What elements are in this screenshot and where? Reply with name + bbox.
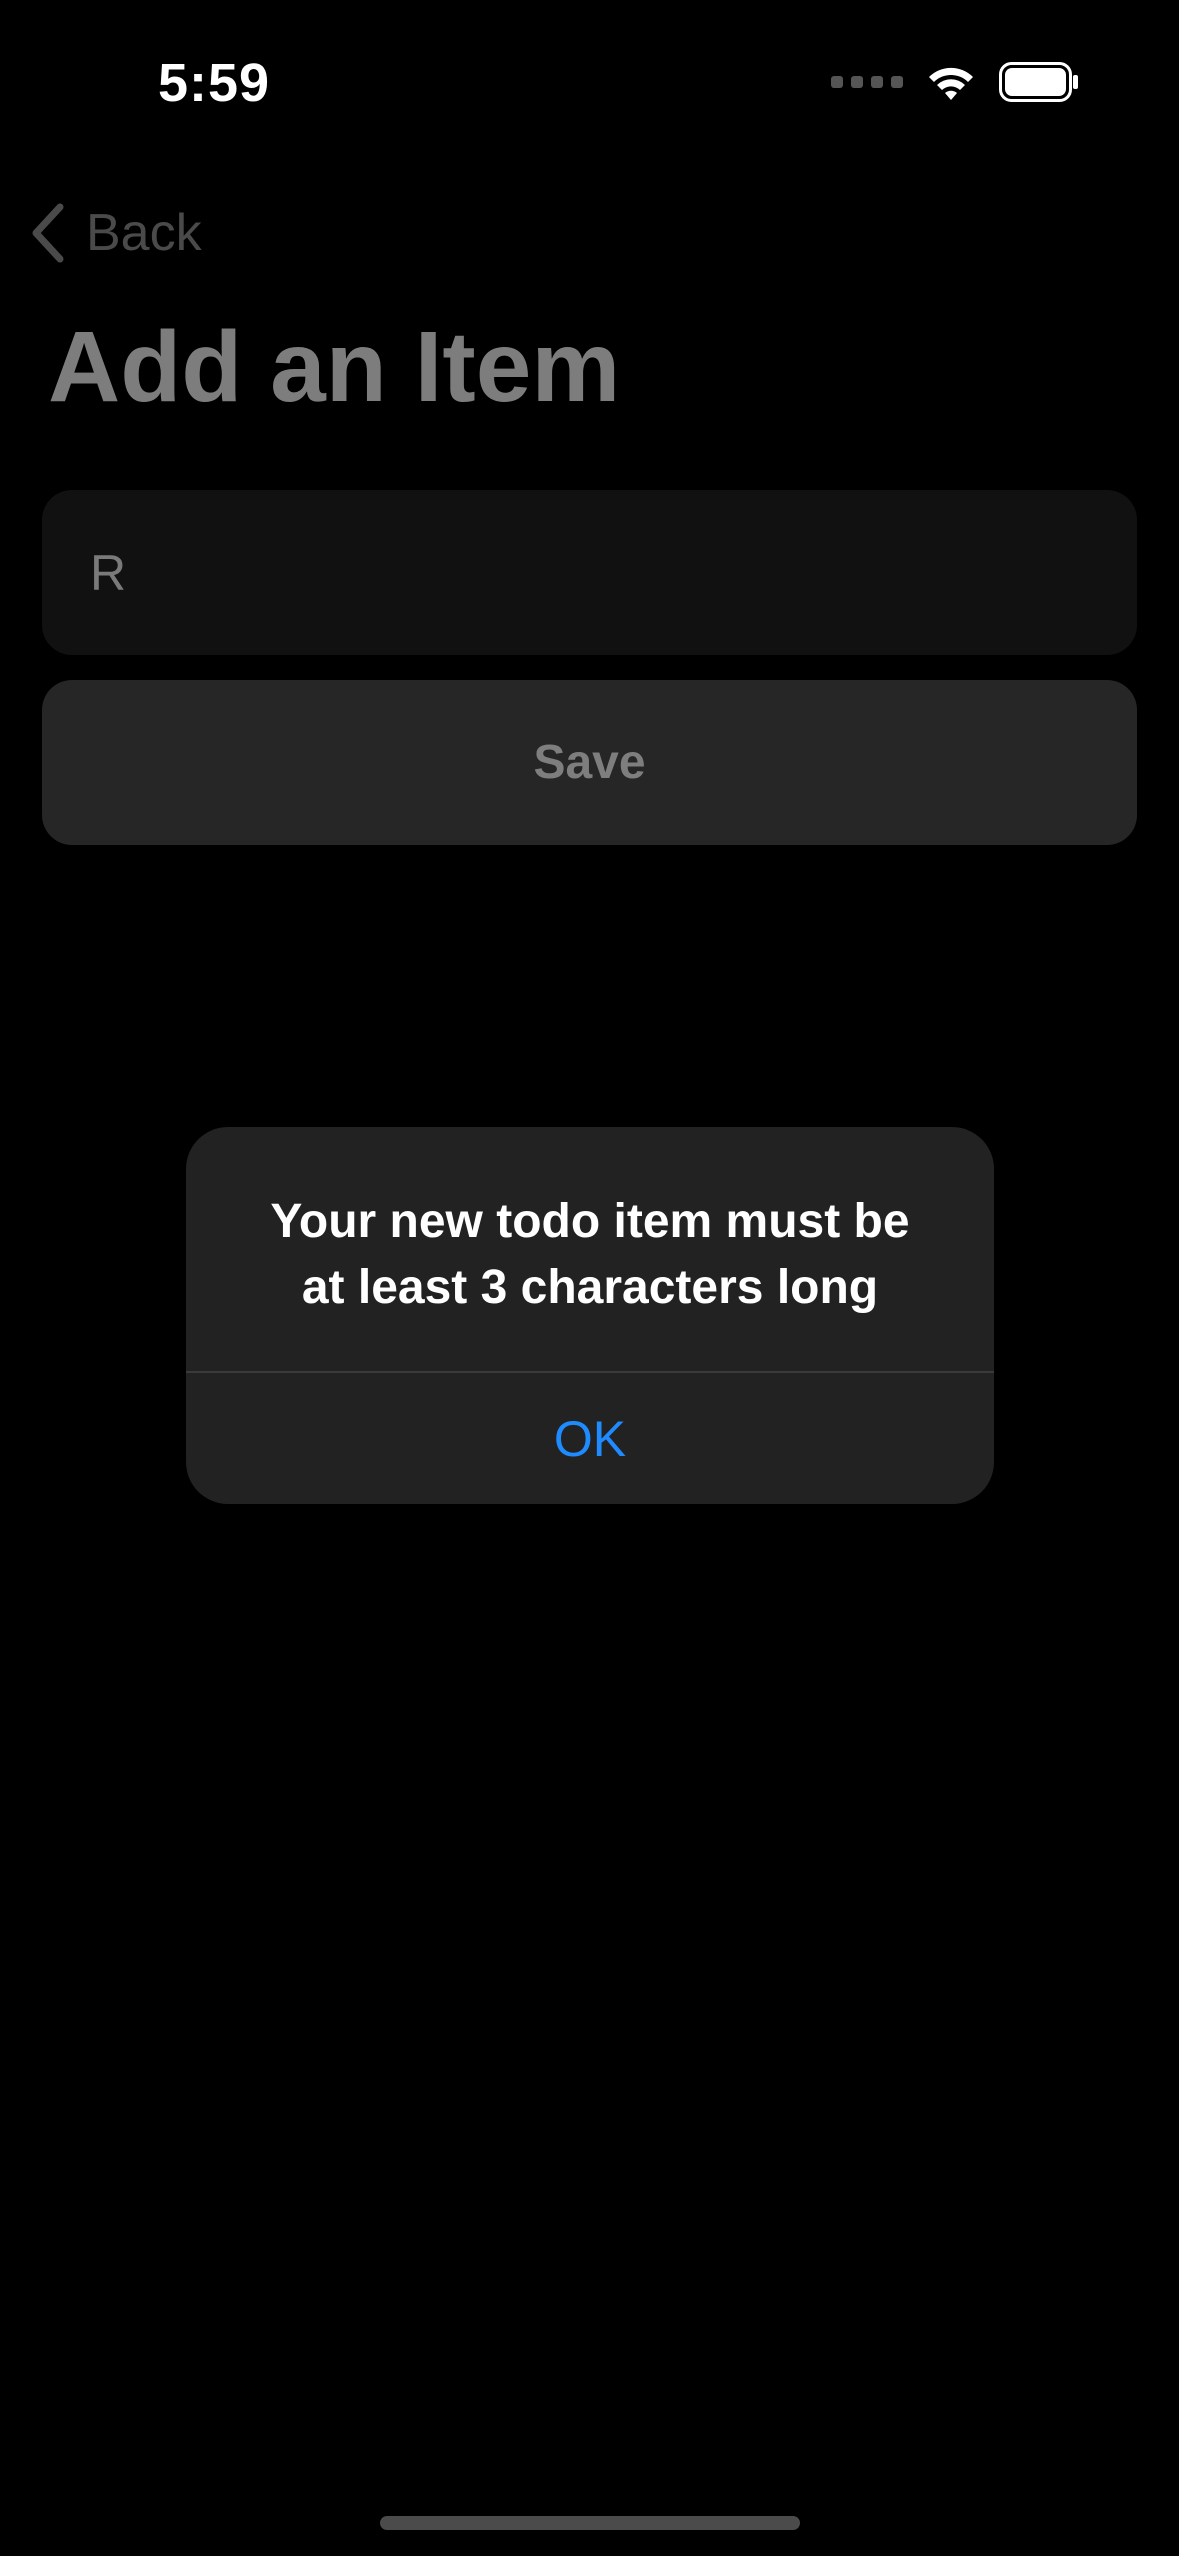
battery-icon [999,62,1078,102]
home-indicator[interactable] [380,2516,800,2530]
todo-text-field[interactable]: R [42,490,1137,655]
back-button[interactable]: Back [28,198,202,268]
status-time: 5:59 [158,53,271,113]
alert-message-line-2: at least 3 characters long [301,1261,879,1314]
todo-text-value: R [90,544,127,601]
alert-ok-label: OK [553,1410,627,1467]
back-label: Back [86,204,202,262]
signal-dots-icon [831,76,903,88]
page-title: Add an Item [48,311,621,423]
alert-message-line-1: Your new todo item must be [270,1195,910,1248]
save-button[interactable]: Save [42,680,1137,845]
chevron-left-icon [32,203,64,263]
alert-message: Your new todo item must be at least 3 ch… [186,1189,994,1321]
status-icons [831,62,1079,102]
validation-alert: Your new todo item must be at least 3 ch… [186,1127,994,1504]
wifi-icon [929,67,973,100]
alert-ok-button[interactable]: OK [186,1373,994,1504]
status-bar: 5:59 [0,0,1179,170]
save-button-label: Save [533,736,646,789]
